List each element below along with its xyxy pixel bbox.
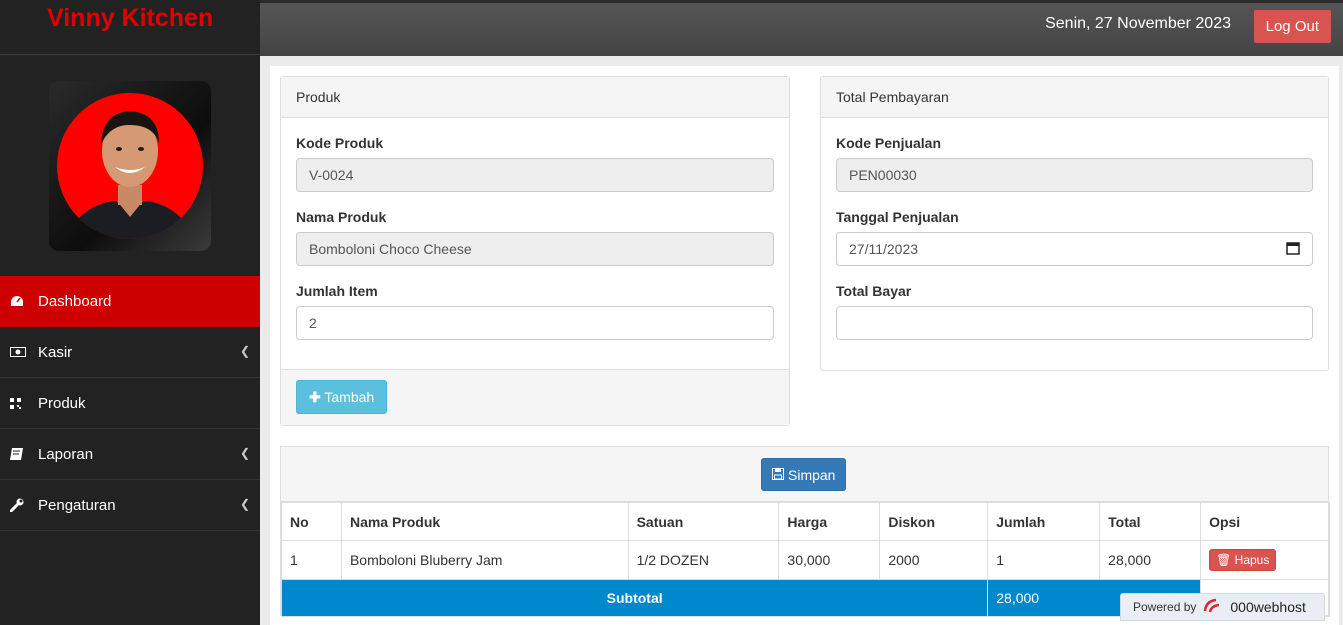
jumlah-item-field[interactable]: 2: [296, 306, 774, 340]
table-header-row: No Nama Produk Satuan Harga Diskon Jumla…: [281, 502, 1330, 541]
column-header: Opsi: [1200, 502, 1330, 541]
topbar: Senin, 27 November 2023 Log Out: [260, 0, 1343, 56]
column-header: Total: [1099, 502, 1202, 541]
current-date: Senin, 27 November 2023: [1045, 15, 1231, 32]
content-box: Produk Kode Produk V-0024 Nama Produk Bo…: [270, 66, 1339, 625]
sidebar-item-label: Kasir: [38, 343, 73, 361]
sidebar-item-kasir[interactable]: Kasir ❮: [0, 327, 260, 378]
column-header: Jumlah: [987, 502, 1101, 541]
cell-nama: Bomboloni Bluberry Jam: [340, 540, 629, 580]
cell-harga: 30,000: [778, 540, 881, 580]
jumlah-item-label: Jumlah Item: [296, 283, 378, 299]
sidebar-item-label: Pengaturan: [38, 496, 116, 514]
chevron-left-icon: ❮: [239, 344, 250, 358]
book-icon: [10, 448, 34, 460]
total-bayar-label: Total Bayar: [836, 283, 912, 299]
trash-icon: 🗑: [1216, 553, 1232, 567]
sidebar-item-label: Produk: [38, 394, 86, 412]
avatar: [49, 81, 211, 251]
pembayaran-panel: Total Pembayaran Kode Penjualan PEN00030…: [820, 76, 1329, 371]
cell-no: 1: [281, 540, 342, 580]
column-header: Harga: [778, 502, 881, 541]
sidebar-item-laporan[interactable]: Laporan ❮: [0, 429, 260, 480]
sidebar-item-dashboard[interactable]: Dashboard: [0, 276, 260, 327]
calendar-icon[interactable]: [1286, 241, 1300, 258]
subtotal-label: Subtotal: [280, 579, 989, 617]
table-row: 1 Bomboloni Bluberry Jam 1/2 DOZEN 30,00…: [281, 540, 1330, 580]
kode-penjualan-label: Kode Penjualan: [836, 135, 942, 151]
simpan-bar: Simpan: [281, 447, 1328, 502]
hapus-label: Hapus: [1234, 553, 1270, 567]
tambah-label: Tambah: [324, 388, 375, 405]
logout-button[interactable]: Log Out: [1253, 10, 1331, 43]
produk-panel-heading: Produk: [281, 77, 789, 118]
tanggal-penjualan-field[interactable]: 27/11/2023: [836, 232, 1313, 266]
kode-produk-field[interactable]: V-0024: [296, 158, 774, 192]
kode-penjualan-field[interactable]: PEN00030: [836, 158, 1313, 192]
pembayaran-panel-heading: Total Pembayaran: [821, 77, 1328, 118]
cell-opsi: 🗑 Hapus: [1200, 540, 1330, 580]
app: Vinny Kitchen Dashboard Kasir ❮ Produk L…: [0, 0, 1343, 625]
cell-satuan: 1/2 DOZEN: [627, 540, 780, 580]
column-header: No: [281, 502, 342, 541]
webhost-logo-icon: [1202, 597, 1224, 618]
hapus-button[interactable]: 🗑 Hapus: [1209, 549, 1277, 571]
main-content: Produk Kode Produk V-0024 Nama Produk Bo…: [260, 56, 1343, 625]
cart-table-area: Simpan No Nama Produk Satuan Harga Disko…: [280, 446, 1330, 617]
person-photo-icon: [67, 111, 193, 239]
powered-by-badge[interactable]: Powered by 000webhost: [1120, 593, 1325, 621]
cell-total: 28,000: [1099, 540, 1202, 580]
tambah-button[interactable]: ✚ Tambah: [296, 380, 388, 414]
save-icon: [772, 467, 784, 483]
qrcode-icon: [10, 397, 34, 409]
simpan-button[interactable]: Simpan: [761, 458, 847, 491]
chevron-left-icon: ❮: [239, 446, 250, 460]
simpan-label: Simpan: [788, 466, 836, 483]
dashboard-icon: [10, 295, 34, 307]
avatar-circle: [57, 93, 203, 239]
tanggal-value: 27/11/2023: [849, 241, 919, 257]
column-header: Satuan: [627, 502, 780, 541]
nama-produk-label: Nama Produk: [296, 209, 387, 225]
wrench-icon: [10, 498, 34, 512]
chevron-left-icon: ❮: [239, 497, 250, 511]
sidebar-item-produk[interactable]: Produk: [0, 378, 260, 429]
nama-produk-field[interactable]: Bomboloni Choco Cheese: [296, 232, 774, 266]
sidebar-item-pengaturan[interactable]: Pengaturan ❮: [0, 480, 260, 531]
powered-name: 000webhost: [1230, 599, 1306, 615]
total-bayar-field[interactable]: [836, 306, 1313, 340]
brand: Vinny Kitchen: [0, 0, 260, 55]
sidebar-item-label: Laporan: [38, 445, 94, 463]
brand-title[interactable]: Vinny Kitchen: [47, 4, 213, 32]
cell-jumlah: 1: [987, 540, 1101, 580]
powered-prefix: Powered by: [1133, 600, 1197, 614]
sidebar: Vinny Kitchen Dashboard Kasir ❮ Produk L…: [0, 0, 260, 625]
plus-icon: ✚: [309, 388, 321, 405]
produk-panel-footer: ✚ Tambah: [281, 369, 789, 425]
sidebar-item-label: Dashboard: [38, 292, 112, 310]
tanggal-penjualan-label: Tanggal Penjualan: [836, 209, 959, 225]
sidebar-nav: Dashboard Kasir ❮ Produk Laporan ❮ Penga…: [0, 276, 260, 531]
column-header: Nama Produk: [340, 502, 629, 541]
cell-diskon: 2000: [879, 540, 989, 580]
produk-panel: Produk Kode Produk V-0024 Nama Produk Bo…: [280, 76, 790, 426]
kode-produk-label: Kode Produk: [296, 135, 384, 151]
money-icon: [10, 347, 34, 357]
column-header: Diskon: [879, 502, 989, 541]
